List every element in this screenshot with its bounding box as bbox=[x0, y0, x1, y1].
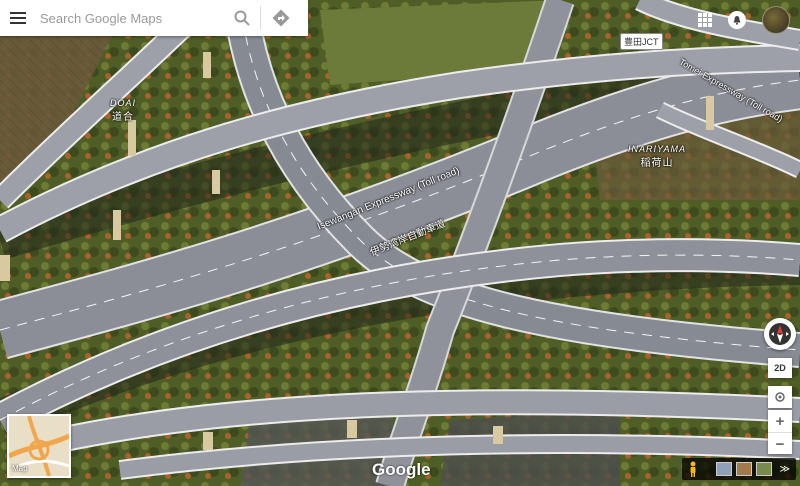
place-romaji: INARIYAMA bbox=[628, 144, 687, 154]
google-logo: Google bbox=[372, 460, 431, 479]
menu-icon bbox=[10, 12, 26, 24]
search-input[interactable] bbox=[36, 4, 224, 32]
imagery-thumbnail[interactable] bbox=[735, 462, 752, 476]
zoom-out-button[interactable]: − bbox=[768, 433, 792, 455]
notifications-button[interactable] bbox=[728, 11, 746, 29]
expand-button[interactable]: ≫ bbox=[780, 464, 790, 475]
imagery-thumbnail[interactable] bbox=[755, 462, 772, 476]
search-box bbox=[0, 0, 308, 36]
my-location-icon bbox=[775, 392, 785, 402]
imagery-strip: ≫ bbox=[681, 458, 796, 480]
view-2d-button[interactable]: 2D bbox=[768, 358, 792, 378]
notifications-icon bbox=[733, 16, 741, 25]
zoom-in-button[interactable]: + bbox=[768, 410, 792, 432]
map-layer-toggle[interactable]: Map bbox=[7, 414, 71, 478]
directions-button[interactable] bbox=[261, 0, 301, 36]
junction-label[interactable]: 豊田JCT bbox=[620, 33, 663, 50]
apps-icon[interactable] bbox=[698, 13, 712, 27]
place-romaji: DOAI bbox=[110, 98, 137, 108]
zoom-controls: + − bbox=[768, 410, 792, 454]
my-location-button[interactable] bbox=[768, 386, 792, 408]
avatar[interactable] bbox=[762, 6, 790, 34]
compass-icon bbox=[769, 323, 791, 345]
place-label-inariyama[interactable]: INARIYAMA 稲荷山 bbox=[628, 144, 686, 169]
place-label-doai[interactable]: DOAI 道合 bbox=[110, 98, 136, 123]
place-kanji: 稲荷山 bbox=[640, 158, 674, 169]
directions-icon bbox=[272, 9, 290, 27]
search-button[interactable] bbox=[224, 0, 260, 36]
minimap-label: Map bbox=[12, 464, 28, 473]
compass-button[interactable] bbox=[764, 318, 796, 350]
search-icon bbox=[234, 10, 250, 26]
account-controls bbox=[698, 6, 790, 34]
imagery-thumbnail[interactable] bbox=[715, 462, 732, 476]
menu-button[interactable] bbox=[0, 0, 36, 36]
place-kanji: 道合 bbox=[112, 112, 134, 123]
pegman-icon[interactable] bbox=[688, 461, 698, 477]
